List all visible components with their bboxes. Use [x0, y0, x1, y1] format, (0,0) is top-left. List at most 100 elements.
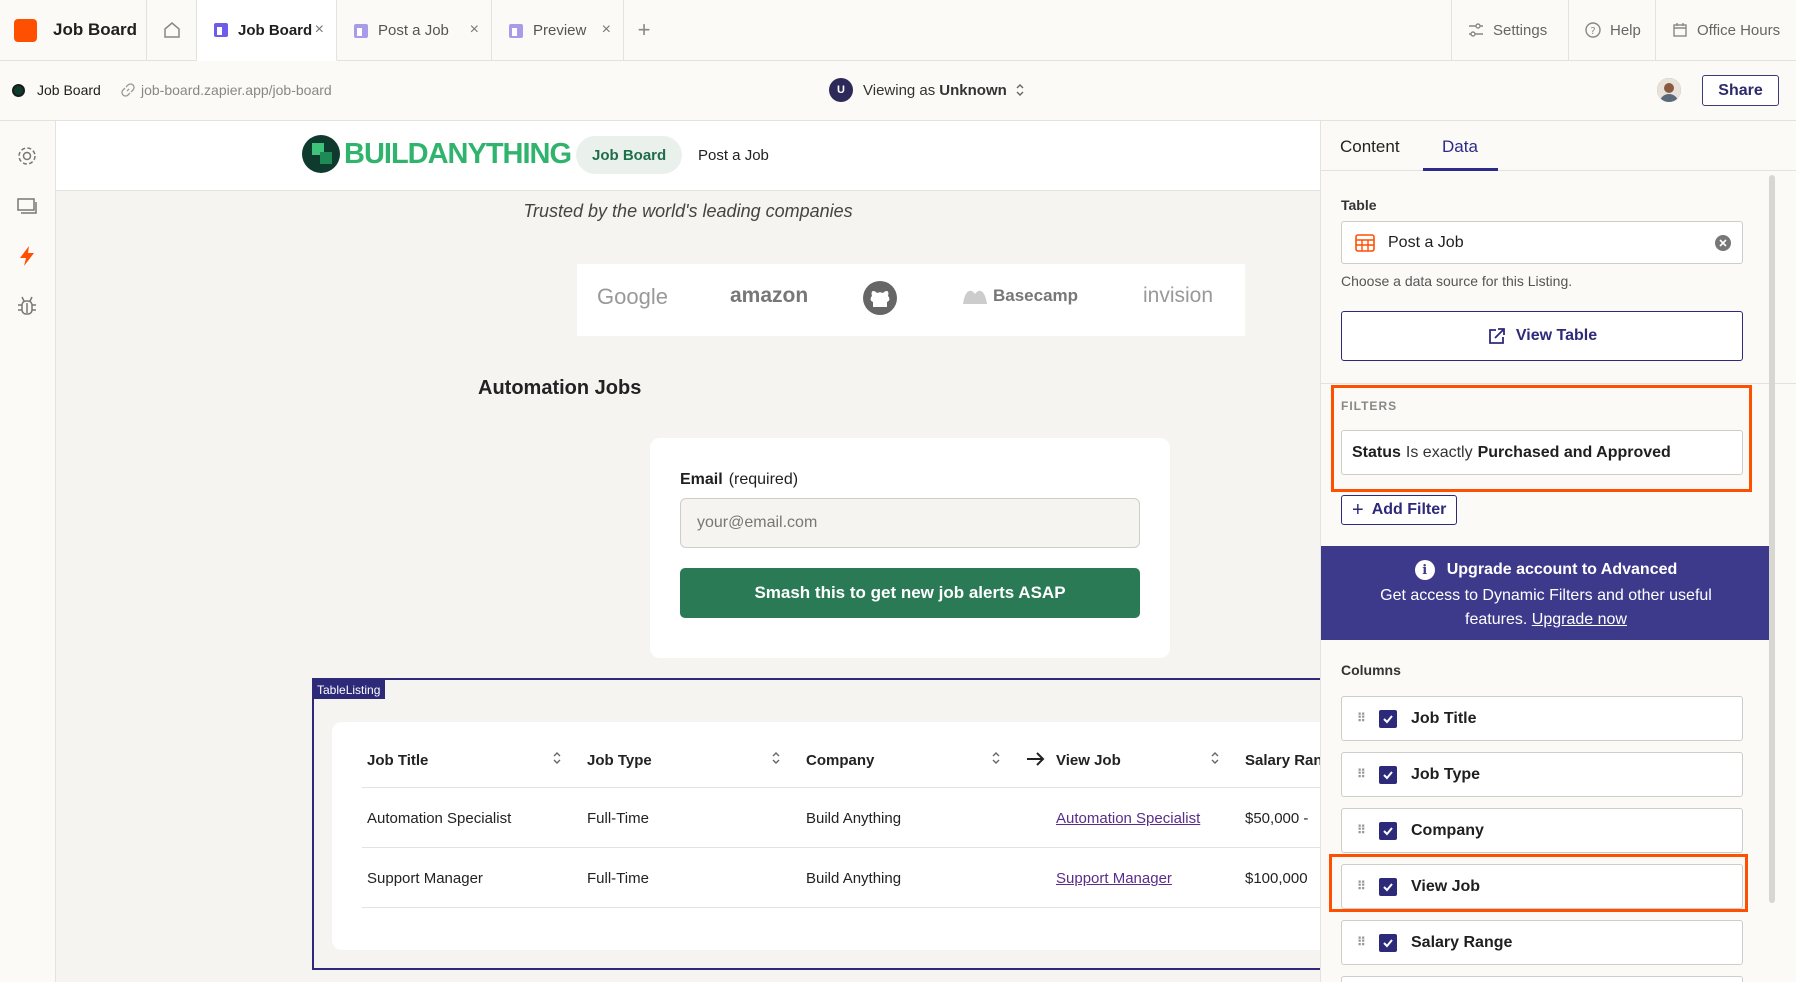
view-job-link[interactable]: Automation Specialist — [1056, 810, 1200, 827]
tab-data[interactable]: Data — [1442, 137, 1478, 157]
tab-content[interactable]: Content — [1340, 137, 1400, 157]
email-label-text: Email — [680, 471, 723, 488]
column-label: Job Type — [1411, 765, 1481, 783]
sort-icon[interactable] — [1210, 750, 1220, 766]
sort-icon[interactable] — [771, 750, 781, 766]
active-tab-indicator — [1423, 168, 1498, 171]
panel-scrollbar[interactable] — [1767, 171, 1777, 982]
upgrade-now-link[interactable]: Upgrade now — [1532, 611, 1627, 628]
calendar-icon — [1673, 23, 1687, 37]
panel-tabs: Content Data — [1321, 121, 1796, 171]
invision-logo: invision — [1143, 284, 1214, 307]
upgrade-title: i Upgrade account to Advanced — [1321, 560, 1771, 580]
zapier-logo — [14, 18, 37, 42]
subscribe-button[interactable]: Smash this to get new job alerts ASAP — [680, 568, 1140, 618]
checkbox[interactable] — [1379, 933, 1397, 952]
email-label: Email (required) — [680, 471, 798, 489]
help-button[interactable]: ? Help — [1568, 0, 1655, 60]
info-icon: i — [1414, 560, 1435, 580]
site-indicator[interactable]: Job Board — [12, 82, 101, 98]
column-header-company[interactable]: Company — [806, 752, 874, 769]
upgrade-body: Get access to Dynamic Filters and other … — [1351, 584, 1741, 632]
scrollbar-thumb[interactable] — [1769, 175, 1775, 903]
buildanything-logo-icon — [302, 135, 340, 173]
column-header-salary[interactable]: Salary Ran — [1245, 752, 1320, 769]
column-header-job-title[interactable]: Job Title — [367, 752, 428, 769]
sidebar-settings[interactable] — [14, 143, 40, 169]
sliders-icon — [1469, 23, 1483, 37]
column-item-job-type[interactable]: ⠿ Job Type — [1341, 752, 1743, 797]
close-icon[interactable]: × — [602, 22, 611, 38]
table-select[interactable]: Post a Job — [1341, 221, 1743, 264]
site-logo[interactable]: BUILDANYTHING — [302, 135, 572, 173]
sort-icon[interactable] — [991, 750, 1001, 766]
tab-post-a-job[interactable]: Post a Job × — [337, 0, 492, 61]
tab-label: Post a Job — [378, 22, 449, 39]
required-text: (required) — [728, 471, 799, 488]
help-label: Help — [1610, 21, 1641, 39]
cell-salary: $50,000 - — [1245, 810, 1309, 827]
view-table-button[interactable]: View Table — [1341, 311, 1743, 361]
top-tab-bar: Job Board Job Board × Post a Job × Previ… — [0, 0, 1796, 61]
add-tab-button[interactable]: + — [624, 0, 664, 60]
site-nav-job-board[interactable]: Job Board — [576, 136, 683, 174]
viewing-prefix: Viewing as — [863, 81, 936, 99]
row-divider — [362, 907, 1320, 908]
email-field[interactable]: your@email.com — [680, 498, 1140, 548]
column-header-job-type[interactable]: Job Type — [587, 752, 652, 769]
column-header-view-job[interactable]: View Job — [1056, 752, 1121, 769]
checkbox[interactable] — [1379, 709, 1397, 728]
settings-button[interactable]: Settings — [1451, 0, 1568, 60]
sidebar-debug[interactable] — [14, 293, 40, 319]
basecamp-icon — [963, 290, 987, 304]
page-bar: Job Board job-board.zapier.app/job-board… — [0, 61, 1796, 121]
sort-icon[interactable] — [552, 750, 562, 766]
checkbox[interactable] — [1379, 821, 1397, 840]
add-filter-button[interactable]: + Add Filter — [1341, 495, 1458, 525]
page-icon — [354, 23, 368, 38]
google-logo: Google — [597, 284, 668, 309]
share-button[interactable]: Share — [1702, 75, 1779, 106]
app-brand[interactable]: Job Board — [0, 0, 147, 60]
external-link-icon — [1488, 328, 1505, 344]
basecamp-logo: Basecamp — [961, 284, 1078, 308]
drag-handle-icon[interactable]: ⠿ — [1357, 712, 1367, 724]
view-job-link[interactable]: Support Manager — [1056, 870, 1172, 887]
basecamp-text: Basecamp — [993, 286, 1079, 305]
tab-job-board[interactable]: Job Board × — [197, 0, 337, 61]
left-sidebar — [0, 121, 56, 982]
lightning-icon — [20, 246, 34, 266]
view-table-label: View Table — [1515, 327, 1598, 344]
column-item-salary-range[interactable]: ⠿ Salary Range — [1341, 920, 1743, 965]
checkbox[interactable] — [1379, 765, 1397, 784]
clear-icon[interactable] — [1714, 234, 1732, 252]
sidebar-automations[interactable] — [14, 243, 40, 269]
viewing-as-selector[interactable]: U Viewing as Unknown — [829, 78, 1025, 102]
tagline: Trusted by the world's leading companies — [523, 201, 853, 221]
cell-job-type: Full-Time — [587, 870, 649, 887]
office-hours-button[interactable]: Office Hours — [1655, 0, 1796, 60]
table-help-text: Choose a data source for this Listing. — [1341, 273, 1573, 289]
row-divider — [362, 847, 1320, 848]
upgrade-banner: i Upgrade account to Advanced Get access… — [1321, 546, 1771, 640]
drag-handle-icon[interactable]: ⠿ — [1357, 768, 1367, 780]
column-item-partial[interactable] — [1341, 976, 1743, 982]
column-label: Job Title — [1411, 709, 1477, 727]
avatar[interactable] — [1657, 78, 1681, 102]
column-item-company[interactable]: ⠿ Company — [1341, 808, 1743, 853]
home-button[interactable] — [147, 0, 197, 60]
site-name: Job Board — [37, 82, 101, 98]
drag-handle-icon[interactable]: ⠿ — [1357, 824, 1367, 836]
site-url[interactable]: job-board.zapier.app/job-board — [121, 82, 332, 98]
drag-handle-icon[interactable]: ⠿ — [1357, 936, 1367, 948]
close-icon[interactable]: × — [315, 22, 324, 38]
site-nav-post-a-job[interactable]: Post a Job — [682, 136, 785, 174]
amazon-logo: amazon — [730, 284, 809, 307]
sidebar-pages[interactable] — [14, 193, 40, 219]
tab-label: Preview — [533, 22, 587, 39]
upgrade-title-text: Upgrade account to Advanced — [1446, 561, 1678, 578]
tab-preview[interactable]: Preview × — [492, 0, 624, 61]
column-item-job-title[interactable]: ⠿ Job Title — [1341, 696, 1743, 741]
close-icon[interactable]: × — [470, 22, 479, 38]
view-job-highlight — [1329, 854, 1748, 912]
